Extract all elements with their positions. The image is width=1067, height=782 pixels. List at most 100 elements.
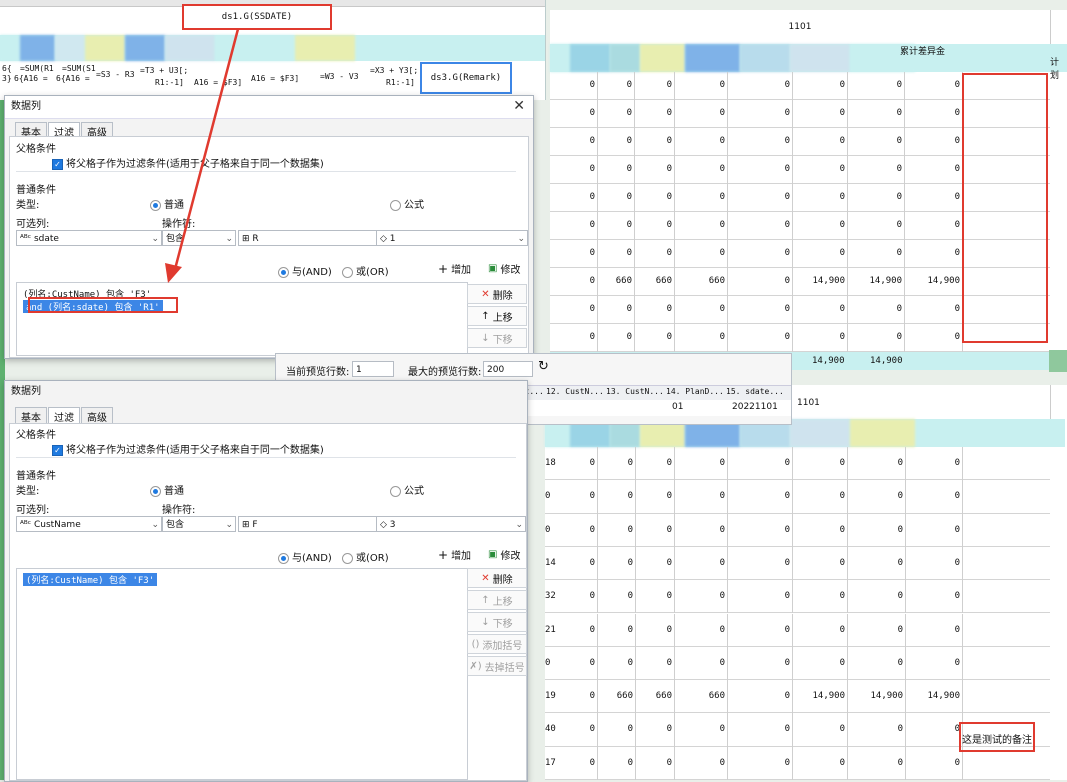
table-cell[interactable]: 0 [955, 80, 960, 90]
table-cell[interactable]: 0 [720, 220, 725, 230]
table-cell[interactable]: 0 [628, 758, 633, 768]
table-cell[interactable]: 0 [627, 332, 632, 342]
table-cell[interactable]: 0 [720, 136, 725, 146]
table-cell[interactable]: 0 [667, 658, 672, 668]
table-cell[interactable]: 0 [785, 192, 790, 202]
table-cell[interactable]: 0 [785, 724, 790, 734]
table-cell[interactable]: 0 [897, 164, 902, 174]
table-cell[interactable]: 0 [627, 304, 632, 314]
type-formula-radio[interactable]: 公式 [390, 482, 424, 497]
table-cell[interactable]: 660 [656, 276, 672, 286]
and-radio[interactable]: 与(AND) [278, 263, 332, 278]
table-cell[interactable]: 0 [627, 80, 632, 90]
refresh-icon[interactable]: ↻ [538, 359, 549, 374]
table-cell[interactable]: 0 [840, 658, 845, 668]
add-bracket-button[interactable]: () 添加括号 [467, 634, 527, 654]
table-cell[interactable]: 14,900 [812, 691, 845, 701]
formula-9[interactable]: =X3 + Y3[; [370, 66, 418, 75]
close-icon[interactable]: ✕ [513, 98, 525, 114]
table-cell[interactable]: 0 [627, 248, 632, 258]
table-cell[interactable]: 0 [627, 220, 632, 230]
table-cell[interactable]: 0 [785, 248, 790, 258]
table-cell[interactable]: 0 [898, 525, 903, 535]
table-cell[interactable]: 0 [590, 164, 595, 174]
table-cell[interactable]: 0 [955, 136, 960, 146]
table-cell[interactable]: 0 [590, 591, 595, 601]
table-cell[interactable]: 0 [955, 525, 960, 535]
table-cell[interactable]: 0 [840, 332, 845, 342]
table-cell[interactable]: 0 [628, 491, 633, 501]
table-cell[interactable]: 0 [667, 220, 672, 230]
table-cell[interactable]: 0 [628, 625, 633, 635]
condition-list[interactable]: (列名:CustName) 包含 'F3' and (列名:sdate) 包含 … [16, 282, 468, 356]
table-cell[interactable]: 0 [955, 491, 960, 501]
table-cell[interactable]: 14,900 [927, 276, 960, 286]
operator-select[interactable]: 包含 ⌄ [162, 516, 236, 532]
table-cell[interactable]: 0 [955, 658, 960, 668]
formula-1[interactable]: =SUM(R1 [20, 64, 54, 73]
table-cell[interactable]: 0 [720, 192, 725, 202]
table-cell[interactable]: 14,900 [869, 276, 902, 286]
table-cell[interactable]: 0 [897, 332, 902, 342]
table-cell[interactable]: 0 [955, 558, 960, 568]
table-cell[interactable]: 0 [590, 525, 595, 535]
formula-10[interactable]: R1:-1] [386, 78, 415, 87]
table-cell[interactable]: 0 [897, 304, 902, 314]
table-cell[interactable]: 0 [720, 248, 725, 258]
table-cell[interactable]: 0 [840, 758, 845, 768]
delete-button[interactable]: ✕ 删除 [467, 568, 527, 588]
parent-condition-option[interactable]: ✓ 将父格子作为过滤条件(适用于父子格来自于同一个数据集) [52, 441, 324, 456]
table-cell[interactable]: 0 [840, 304, 845, 314]
move-down-button[interactable]: ↓ 下移 [467, 328, 527, 348]
table-cell[interactable]: 0 [667, 192, 672, 202]
table-cell[interactable]: 0 [897, 136, 902, 146]
table-cell[interactable]: 0 [720, 724, 725, 734]
table-cell[interactable]: 0 [955, 625, 960, 635]
table-cell[interactable]: 0 [840, 558, 845, 568]
or-radio[interactable]: 或(OR) [342, 549, 389, 564]
table-cell[interactable]: 0 [897, 108, 902, 118]
table-cell[interactable]: 0 [590, 192, 595, 202]
table-cell[interactable]: 0 [590, 658, 595, 668]
table-cell[interactable]: 0 [667, 108, 672, 118]
table-cell[interactable]: 0 [628, 658, 633, 668]
table-cell[interactable]: 660 [616, 276, 632, 286]
table-cell[interactable]: 0 [720, 525, 725, 535]
table-cell[interactable]: 0 [590, 304, 595, 314]
table-cell[interactable]: 14,900 [870, 691, 903, 701]
table-cell[interactable]: 0 [720, 658, 725, 668]
table-cell[interactable]: 0 [955, 248, 960, 258]
or-radio[interactable]: 或(OR) [342, 263, 389, 278]
table-cell[interactable]: 0 [785, 658, 790, 668]
table-cell[interactable]: 0 [840, 136, 845, 146]
table-cell[interactable]: 0 [785, 136, 790, 146]
table-cell[interactable]: 0 [955, 304, 960, 314]
add-button[interactable]: + 增加 [438, 261, 471, 277]
table-cell[interactable]: 0 [898, 758, 903, 768]
table-cell[interactable]: 0 [667, 248, 672, 258]
table-cell[interactable]: 0 [667, 458, 672, 468]
table-cell[interactable]: 0 [840, 220, 845, 230]
table-cell[interactable]: 0 [590, 558, 595, 568]
table-cell[interactable]: 0 [667, 80, 672, 90]
formula-3[interactable]: =S3 - R3 [96, 70, 135, 79]
table-cell[interactable]: 0 [720, 108, 725, 118]
add-button[interactable]: + 增加 [438, 547, 471, 563]
modify-button[interactable]: ▣ 修改 [488, 547, 520, 562]
column-select[interactable]: ᴬᴮᶜ sdate ⌄ [16, 230, 162, 246]
table-cell[interactable]: 0 [840, 491, 845, 501]
table-cell[interactable]: 0 [785, 691, 790, 701]
table-cell[interactable]: 0 [667, 625, 672, 635]
table-cell[interactable]: 0 [840, 724, 845, 734]
table-cell[interactable]: 0 [628, 591, 633, 601]
and-radio[interactable]: 与(AND) [278, 549, 332, 564]
table-cell[interactable]: 0 [667, 758, 672, 768]
table-cell[interactable]: 0 [785, 220, 790, 230]
cell-remark-expression[interactable]: ds3.G(Remark) [420, 62, 512, 94]
table-cell[interactable]: 0 [898, 724, 903, 734]
table-cell[interactable]: 0 [785, 164, 790, 174]
table-cell[interactable]: 0 [785, 625, 790, 635]
table-cell[interactable]: 0 [667, 136, 672, 146]
table-cell[interactable]: 0 [590, 625, 595, 635]
current-preview-input[interactable]: 1 [352, 361, 394, 377]
